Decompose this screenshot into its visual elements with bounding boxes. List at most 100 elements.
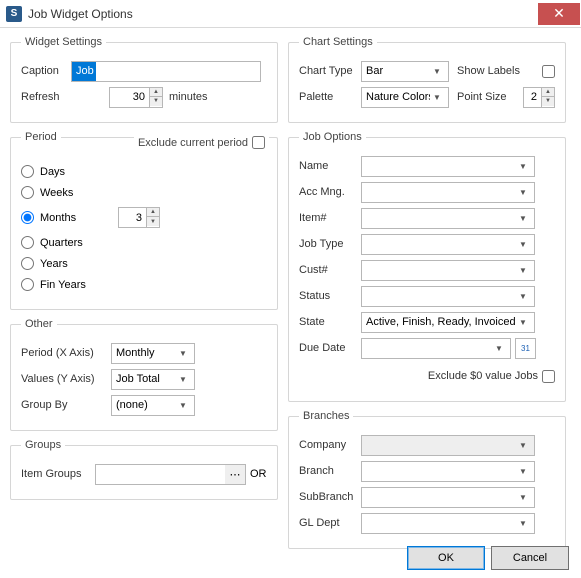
ok-button[interactable]: OK <box>407 546 485 570</box>
refresh-unit: minutes <box>169 91 208 103</box>
point-size-label: Point Size <box>457 91 507 103</box>
company-label: Company <box>299 439 361 451</box>
acc-mng-combo[interactable]: ▼ <box>361 182 535 203</box>
chevron-down-icon: ▼ <box>516 240 530 249</box>
chevron-down-icon: ▼ <box>516 467 530 476</box>
branch-label: Branch <box>299 465 361 477</box>
state-label: State <box>299 316 361 328</box>
item-groups-browse-button[interactable]: ⋯ <box>225 464 246 485</box>
caption-label: Caption <box>21 65 71 77</box>
acc-mng-label: Acc Mng. <box>299 186 361 198</box>
name-combo[interactable]: ▼ <box>361 156 535 177</box>
window-title: Job Widget Options <box>28 7 538 21</box>
chevron-down-icon: ▼ <box>516 493 530 502</box>
calendar-icon[interactable] <box>515 338 536 359</box>
status-label: Status <box>299 290 361 302</box>
sub-branch-combo[interactable]: ▼ <box>361 487 535 508</box>
item-combo[interactable]: ▼ <box>361 208 535 229</box>
period-x-label: Period (X Axis) <box>21 347 111 359</box>
name-label: Name <box>299 160 361 172</box>
radio-years[interactable] <box>21 257 34 270</box>
item-groups-input[interactable] <box>95 464 225 485</box>
radio-fin-years-label: Fin Years <box>40 279 120 291</box>
branch-combo[interactable]: ▼ <box>361 461 535 482</box>
exclude-zero-checkbox[interactable] <box>542 370 555 383</box>
chevron-down-icon: ▼ <box>516 441 530 450</box>
palette-label: Palette <box>299 91 357 103</box>
job-options-group: Job Options Name ▼ Acc Mng. ▼ Item# ▼ Job T… <box>288 131 566 402</box>
chevron-down-icon: ▼ <box>492 344 506 353</box>
period-group: Period Exclude current period Days Weeks… <box>10 131 278 310</box>
chevron-down-icon: ▼ <box>430 93 444 102</box>
chart-settings-group: Chart Settings Chart Type Bar▼ Show Labe… <box>288 36 566 123</box>
radio-months-label: Months <box>40 212 100 224</box>
values-y-combo[interactable]: Job Total▼ <box>111 369 195 390</box>
radio-days-label: Days <box>40 166 100 178</box>
cust-combo[interactable]: ▼ <box>361 260 535 281</box>
job-options-legend: Job Options <box>299 131 366 143</box>
chevron-down-icon: ▼ <box>516 266 530 275</box>
period-x-combo[interactable]: Monthly▼ <box>111 343 195 364</box>
branches-group: Branches Company ▼ Branch ▼ SubBranch ▼ GL … <box>288 410 566 549</box>
chevron-down-icon: ▼ <box>176 401 190 410</box>
chevron-down-icon: ▼ <box>176 375 190 384</box>
radio-months[interactable] <box>21 211 34 224</box>
exclude-period-checkbox[interactable] <box>252 136 265 149</box>
sub-branch-label: SubBranch <box>299 491 361 503</box>
job-type-combo[interactable]: ▼ <box>361 234 535 255</box>
chevron-down-icon: ▼ <box>516 214 530 223</box>
item-groups-label: Item Groups <box>21 468 95 480</box>
groups-group: Groups Item Groups ⋯ OR <box>10 439 278 500</box>
cancel-button[interactable]: Cancel <box>491 546 569 570</box>
group-by-label: Group By <box>21 399 111 411</box>
company-combo: ▼ <box>361 435 535 456</box>
widget-settings-legend: Widget Settings <box>21 36 106 48</box>
radio-quarters[interactable] <box>21 236 34 249</box>
refresh-label: Refresh <box>21 91 71 103</box>
exclude-period-label: Exclude current period <box>138 137 248 149</box>
gl-dept-label: GL Dept <box>299 517 361 529</box>
job-type-label: Job Type <box>299 238 361 250</box>
chevron-down-icon: ▼ <box>516 162 530 171</box>
state-combo[interactable]: Active, Finish, Ready, Invoiced▼ <box>361 312 535 333</box>
chevron-down-icon: ▼ <box>516 292 530 301</box>
radio-quarters-label: Quarters <box>40 237 100 249</box>
or-label: OR <box>250 468 267 480</box>
groups-legend: Groups <box>21 439 65 451</box>
point-size-spinner[interactable]: ▲▼ <box>541 87 555 108</box>
due-date-combo[interactable]: ▼ <box>361 338 511 359</box>
radio-fin-years[interactable] <box>21 278 34 291</box>
cust-label: Cust# <box>299 264 361 276</box>
group-by-combo[interactable]: (none)▼ <box>111 395 195 416</box>
months-spinner[interactable]: ▲▼ <box>146 207 160 228</box>
item-label: Item# <box>299 212 361 224</box>
period-legend: Period <box>21 131 61 143</box>
radio-days[interactable] <box>21 165 34 178</box>
chevron-down-icon: ▼ <box>430 67 444 76</box>
refresh-spinner[interactable]: ▲▼ <box>149 87 163 108</box>
chart-settings-legend: Chart Settings <box>299 36 377 48</box>
close-button[interactable]: ✕ <box>538 3 580 25</box>
values-y-label: Values (Y Axis) <box>21 373 111 385</box>
title-bar: S Job Widget Options ✕ <box>0 0 581 28</box>
radio-weeks[interactable] <box>21 186 34 199</box>
refresh-input[interactable] <box>109 87 149 108</box>
show-labels-label: Show Labels <box>457 65 520 77</box>
radio-years-label: Years <box>40 258 100 270</box>
widget-settings-group: Widget Settings Caption Refresh ▲▼ minut… <box>10 36 278 123</box>
exclude-zero-label: Exclude $0 value Jobs <box>428 370 538 382</box>
point-size-input[interactable] <box>523 87 541 108</box>
show-labels-checkbox[interactable] <box>542 65 555 78</box>
status-combo[interactable]: ▼ <box>361 286 535 307</box>
caption-input[interactable] <box>71 61 261 82</box>
chevron-down-icon: ▼ <box>516 519 530 528</box>
branches-legend: Branches <box>299 410 353 422</box>
chart-type-label: Chart Type <box>299 65 357 77</box>
months-input[interactable] <box>118 207 146 228</box>
chevron-down-icon: ▼ <box>516 188 530 197</box>
gl-dept-combo[interactable]: ▼ <box>361 513 535 534</box>
chart-type-combo[interactable]: Bar▼ <box>361 61 449 82</box>
app-icon: S <box>6 6 22 22</box>
other-group: Other Period (X Axis) Monthly▼ Values (Y… <box>10 318 278 431</box>
palette-combo[interactable]: Nature Colors▼ <box>361 87 449 108</box>
